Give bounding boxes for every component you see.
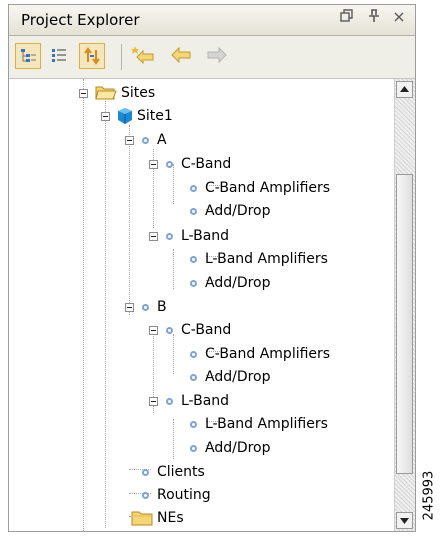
collapse-toggle[interactable]: [149, 232, 158, 241]
node-bullet-icon: [190, 208, 197, 215]
back-arrow-icon[interactable]: [169, 43, 195, 69]
collapse-toggle[interactable]: [125, 136, 134, 145]
close-icon[interactable]: [389, 9, 409, 29]
node-bullet-icon: [190, 421, 197, 428]
list-view-icon[interactable]: [47, 43, 73, 69]
favorite-back-icon[interactable]: [131, 43, 157, 69]
forward-arrow-icon[interactable]: [205, 43, 231, 69]
site-cube-icon: [118, 108, 132, 124]
tree-connector: [173, 164, 174, 204]
toolbar-separator: [121, 44, 122, 70]
scroll-down-icon[interactable]: [396, 512, 413, 529]
collapse-toggle[interactable]: [101, 112, 110, 121]
node-bullet-icon: [190, 256, 197, 263]
tree-connector: [83, 79, 84, 531]
node-bullet-icon: [142, 492, 149, 499]
node-bullet-icon: [190, 374, 197, 381]
tree-connector: [173, 334, 174, 374]
collapse-toggle[interactable]: [79, 89, 88, 98]
tree-connector: [129, 125, 130, 315]
folder-icon: [131, 511, 153, 526]
collapse-toggle[interactable]: [149, 397, 158, 406]
sync-icon[interactable]: [79, 43, 105, 69]
collapse-toggle[interactable]: [125, 303, 134, 312]
collapse-toggle[interactable]: [149, 160, 158, 169]
restore-icon[interactable]: [337, 9, 357, 29]
pin-icon[interactable]: [364, 9, 384, 29]
figure-number: 245993: [421, 470, 437, 521]
node-bullet-icon: [190, 185, 197, 192]
scrollbar-thumb[interactable]: [396, 174, 413, 474]
tree-view: Sites Site1 A C-Band C-Band Amplifiers A…: [9, 79, 394, 531]
tree-connector: [173, 419, 174, 459]
node-bullet-icon: [190, 445, 197, 452]
tree-connector: [105, 101, 106, 528]
panel-title: Project Explorer: [21, 11, 140, 29]
scroll-up-icon[interactable]: [396, 81, 413, 98]
toolbar: [9, 36, 415, 79]
node-bullet-icon: [190, 351, 197, 358]
node-bullet-icon: [142, 137, 149, 144]
folder-open-icon: [95, 86, 117, 100]
node-bullet-icon: [142, 304, 149, 311]
project-explorer-panel: Project Explorer Sites Site1 A C-Band C-…: [8, 4, 416, 532]
title-bar: Project Explorer: [9, 5, 415, 36]
node-bullet-icon: [166, 398, 173, 405]
vertical-scrollbar[interactable]: [394, 79, 415, 531]
tree-view-icon[interactable]: [15, 43, 41, 69]
node-bullet-icon: [166, 233, 173, 240]
node-bullet-icon: [190, 280, 197, 287]
tree-connector: [173, 249, 174, 289]
node-bullet-icon: [142, 469, 149, 476]
collapse-toggle[interactable]: [149, 326, 158, 335]
node-bullet-icon: [166, 161, 173, 168]
node-bullet-icon: [166, 327, 173, 334]
